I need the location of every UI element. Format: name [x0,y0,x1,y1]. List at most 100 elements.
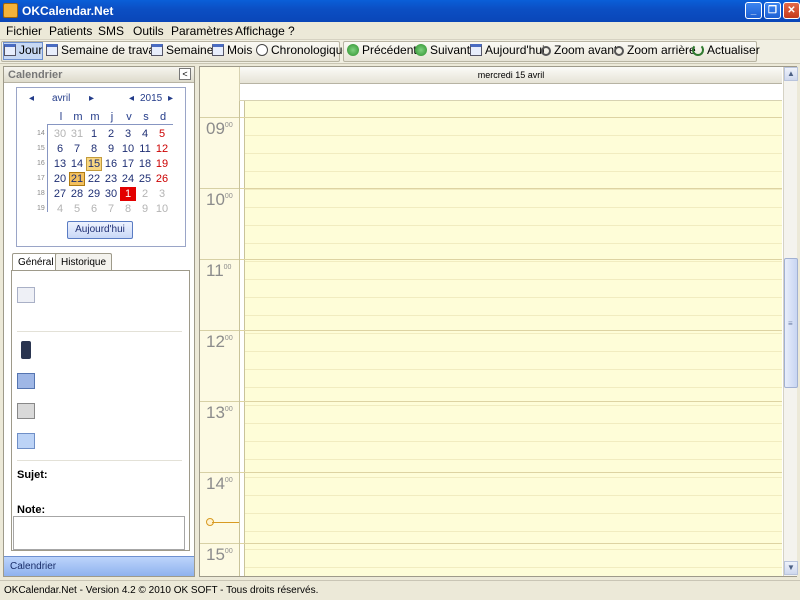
tab-historique[interactable]: Historique [55,253,113,271]
hour-line [240,188,782,189]
calendar-day[interactable]: 25 [137,172,153,186]
calendar-day[interactable]: 30 [103,187,119,201]
calendar-day[interactable]: 17 [120,157,136,171]
calendar-day[interactable]: 9 [137,202,153,216]
email-icon[interactable] [17,433,35,449]
calendar-day[interactable]: 4 [52,202,68,216]
menu-help[interactable]: ? [288,24,295,38]
zoom-arriere-button[interactable]: Zoom arrière [614,43,696,59]
calendar-day[interactable]: 4 [137,127,153,141]
close-button[interactable]: ✕ [783,2,800,19]
calendar-day[interactable]: 13 [52,157,68,171]
menu-patients[interactable]: Patients [49,24,92,38]
calendar-day[interactable]: 23 [103,172,119,186]
fax-icon[interactable] [17,403,35,419]
dow-header: s [143,111,149,123]
month-next-icon[interactable]: ▸ [89,93,94,104]
hour-line [240,330,782,331]
zoom-in-icon [541,46,551,56]
menu-affichage[interactable]: Affichage [235,24,285,38]
calendar-day[interactable]: 16 [103,157,119,171]
year-label: 2015 [140,93,163,104]
contact-card-icon[interactable] [17,287,35,303]
scroll-thumb[interactable]: ≡ [784,258,798,388]
calendar-day-icon [4,44,16,56]
day-header[interactable]: mercredi 15 avril [240,67,782,84]
calendar-day[interactable]: 14 [69,157,85,171]
calendar-day[interactable]: 2 [137,187,153,201]
all-day-row[interactable] [240,84,782,101]
aujourdhui-toolbar-button[interactable]: Aujourd'hui [470,43,545,59]
menu-parametres[interactable]: Paramètres [171,24,233,38]
suivant-button[interactable]: Suivant [415,43,470,59]
telephone-icon[interactable] [17,373,35,389]
vertical-scrollbar[interactable]: ▲ ≡ ▼ [783,67,798,576]
actualiser-button[interactable]: Actualiser [692,43,760,59]
mobile-phone-icon[interactable] [21,341,31,359]
view-mois-button[interactable]: Mois [212,43,252,59]
view-jour-button[interactable]: Jour [3,42,43,60]
calendar-day[interactable]: 27 [52,187,68,201]
calendar-day[interactable]: 1 [120,187,136,201]
calendar-panel-footer[interactable]: Calendrier [4,556,194,576]
minimize-button[interactable]: _ [745,2,762,19]
maximize-button[interactable]: ❐ [764,2,781,19]
menu-outils[interactable]: Outils [133,24,164,38]
calendar-day[interactable]: 21 [69,172,85,186]
calendar-day[interactable]: 28 [69,187,85,201]
calendar-day[interactable]: 24 [120,172,136,186]
calendar-day[interactable]: 11 [137,142,153,156]
dow-header: j [110,111,114,123]
week-number: 17 [37,175,45,182]
calendar-day[interactable]: 22 [86,172,102,186]
month-prev-icon[interactable]: ◂ [29,93,34,104]
calendar-day[interactable]: 12 [154,142,170,156]
calendar-day[interactable]: 10 [154,202,170,216]
calendar-day[interactable]: 30 [52,127,68,141]
status-text: OKCalendar.Net - Version 4.2 © 2010 OK S… [4,585,319,596]
calendar-day[interactable]: 29 [86,187,102,201]
dow-header: l [59,111,63,123]
calendar-day[interactable]: 1 [86,127,102,141]
week-number: 18 [37,190,45,197]
calendar-day[interactable]: 5 [154,127,170,141]
scroll-up-button[interactable]: ▲ [784,67,798,81]
calendar-day[interactable]: 6 [86,202,102,216]
calendar-day[interactable]: 3 [154,187,170,201]
aujourdhui-calendar-button[interactable]: Aujourd'hui [67,221,133,239]
calendar-panel-footer-label: Calendrier [10,561,57,572]
scroll-down-button[interactable]: ▼ [784,561,798,575]
collapse-panel-button[interactable]: < [179,68,191,80]
view-semaine-button[interactable]: Semaine [151,43,213,59]
toolbar: Jour Semaine de travail Semaine Mois Chr… [0,40,800,64]
calendar-day[interactable]: 18 [137,157,153,171]
note-textarea[interactable] [13,516,185,550]
calendar-day[interactable]: 7 [69,142,85,156]
calendar-day[interactable]: 2 [103,127,119,141]
precedent-button[interactable]: Précédent [347,43,417,59]
calendar-day[interactable]: 5 [69,202,85,216]
calendar-day[interactable]: 26 [154,172,170,186]
calendar-day[interactable]: 20 [52,172,68,186]
calendar-day[interactable]: 8 [120,202,136,216]
year-prev-icon[interactable]: ◂ [129,93,134,104]
calendar-day[interactable]: 15 [86,157,102,171]
app-icon [3,3,18,18]
menu-fichier[interactable]: Fichier [6,24,42,38]
calendar-day[interactable]: 31 [69,127,85,141]
year-next-icon[interactable]: ▸ [168,93,173,104]
view-semaine-travail-button[interactable]: Semaine de travail [46,43,160,59]
calendar-day[interactable]: 8 [86,142,102,156]
time-slots[interactable] [240,101,782,576]
calendar-day[interactable]: 6 [52,142,68,156]
calendar-day[interactable]: 19 [154,157,170,171]
calendar-day[interactable]: 9 [103,142,119,156]
calendar-day[interactable]: 3 [120,127,136,141]
view-chronologique-button[interactable]: Chronologique [256,43,349,59]
week-number: 16 [37,160,45,167]
zoom-avant-button[interactable]: Zoom avant [541,43,617,59]
general-tab-panel: Sujet: Note: [11,270,190,551]
menu-sms[interactable]: SMS [98,24,124,38]
calendar-day[interactable]: 10 [120,142,136,156]
calendar-day[interactable]: 7 [103,202,119,216]
